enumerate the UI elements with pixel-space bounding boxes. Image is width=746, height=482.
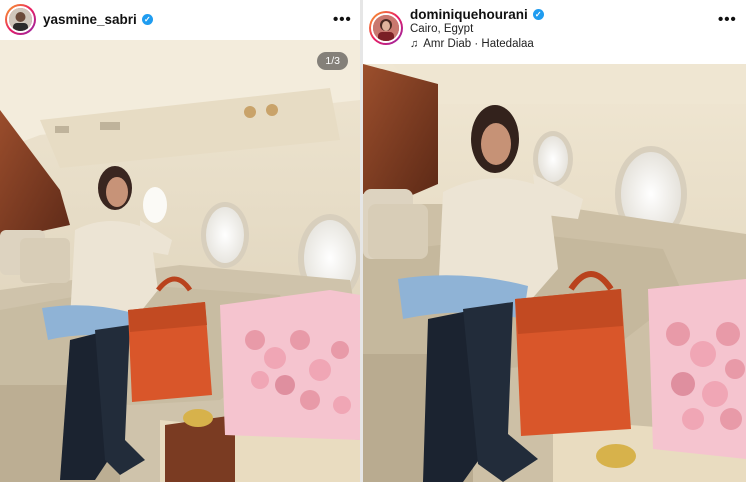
location-link[interactable]: Cairo, Egypt: [410, 23, 473, 35]
post-left: yasmine_sabri ✓ ••• 1/3: [0, 0, 360, 482]
verified-badge-icon: ✓: [532, 9, 544, 20]
username[interactable]: dominiquehourani ✓: [410, 7, 544, 22]
verified-badge-icon: ✓: [141, 14, 153, 25]
more-options-icon[interactable]: •••: [718, 11, 737, 28]
profile-photo-icon: [371, 13, 401, 43]
username-text[interactable]: dominiquehourani: [410, 7, 528, 22]
music-info[interactable]: ♫ Amr Diab · Hatedalaa: [410, 38, 534, 50]
avatar[interactable]: [5, 4, 36, 35]
username[interactable]: yasmine_sabri ✓: [43, 12, 153, 27]
post-photo[interactable]: 1/3: [0, 40, 360, 482]
profile-photo-icon: [7, 6, 34, 33]
jet-cabin-photo: [0, 40, 360, 482]
more-options-icon[interactable]: •••: [333, 11, 352, 28]
carousel-counter: 1/3: [317, 52, 348, 70]
username-text[interactable]: yasmine_sabri: [43, 12, 137, 27]
music-note-icon: ♫: [410, 38, 419, 50]
post-right: dominiquehourani ✓ Cairo, Egypt ♫ Amr Di…: [363, 0, 746, 482]
music-track[interactable]: Amr Diab · Hatedalaa: [423, 38, 534, 50]
avatar[interactable]: [369, 11, 403, 45]
post-header: dominiquehourani ✓ Cairo, Egypt ♫ Amr Di…: [363, 0, 746, 64]
post-header: yasmine_sabri ✓ •••: [0, 0, 360, 40]
jet-cabin-photo: [363, 64, 746, 482]
post-photo[interactable]: [363, 64, 746, 482]
